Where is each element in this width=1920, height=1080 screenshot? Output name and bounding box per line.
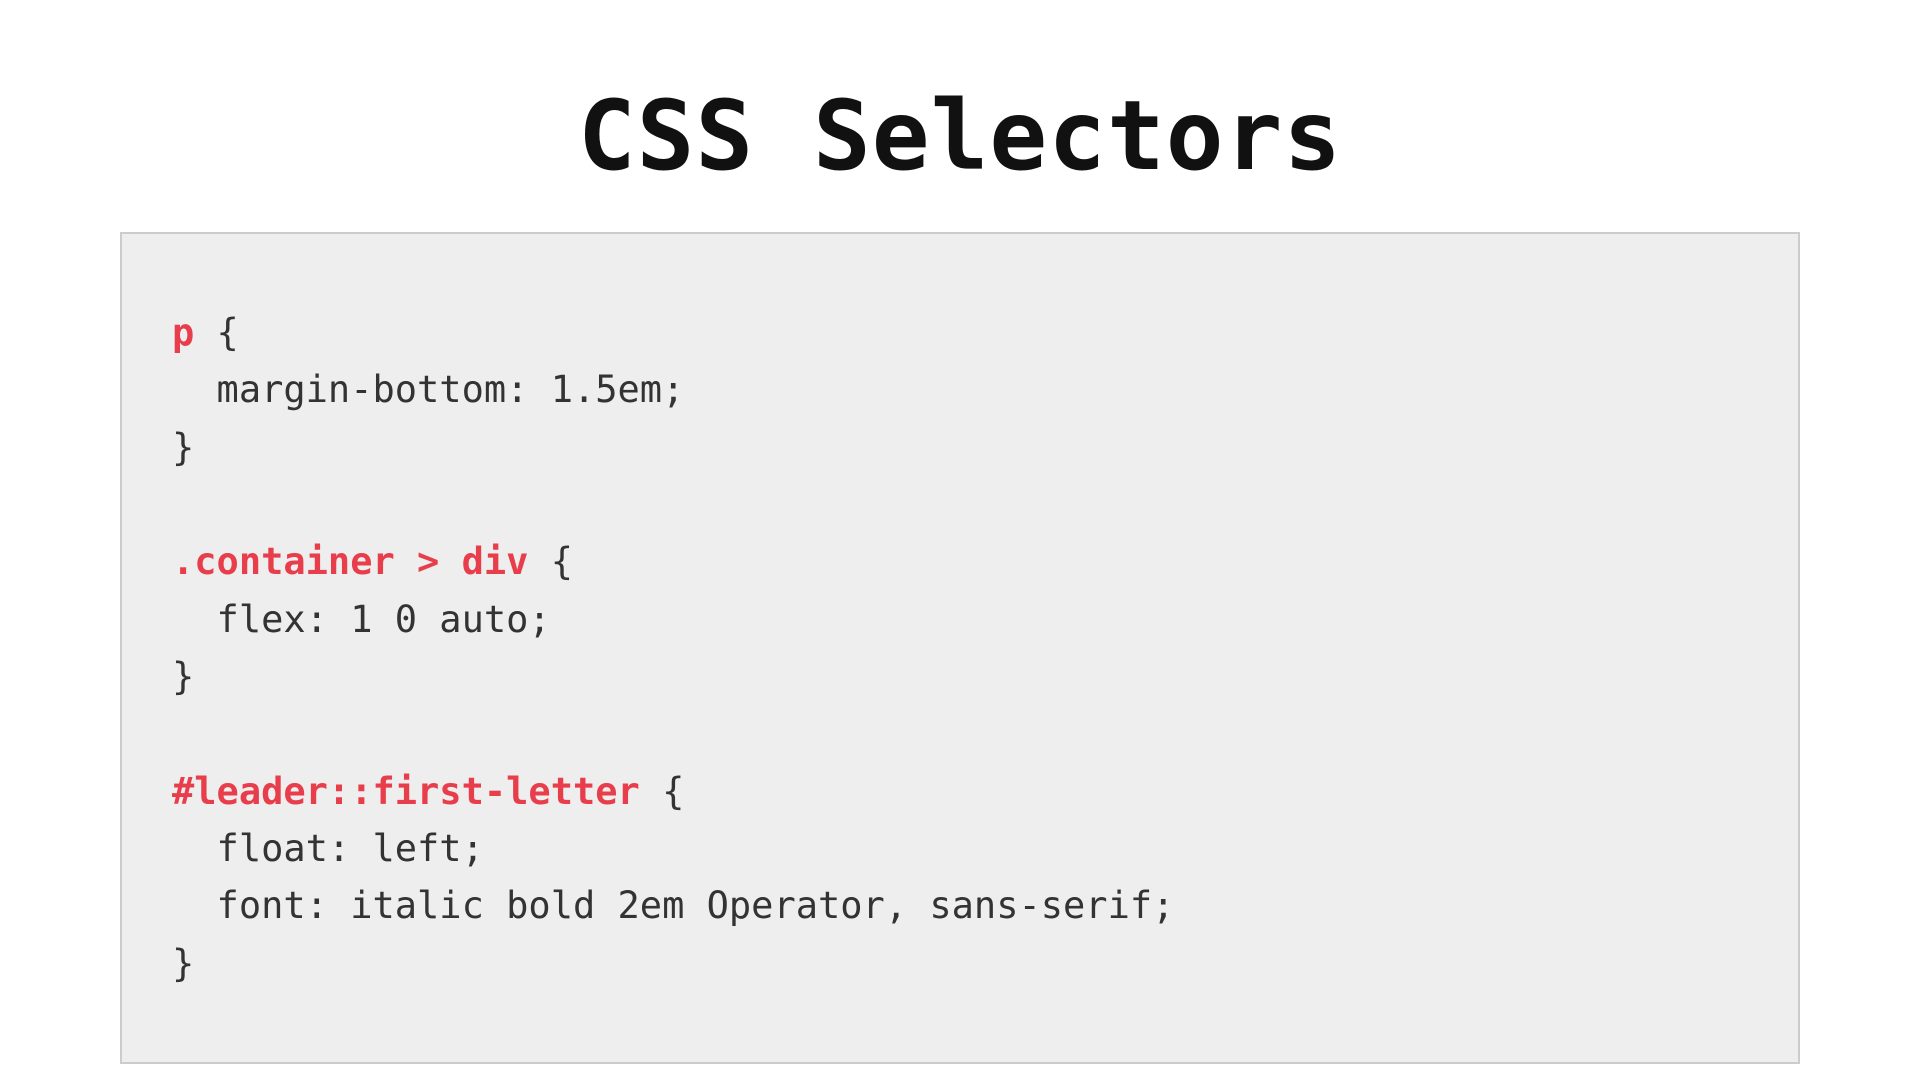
slide: CSS Selectors p { margin-bottom: 1.5em; … xyxy=(0,0,1920,1080)
brace-close: } xyxy=(172,426,194,469)
brace-close: } xyxy=(172,655,194,698)
selector-token: #leader::first-letter xyxy=(172,770,640,813)
declaration-line: float: left; xyxy=(172,827,484,870)
brace-open: { xyxy=(194,311,239,354)
declaration-line: flex: 1 0 auto; xyxy=(172,598,551,641)
slide-title: CSS Selectors xyxy=(578,80,1342,192)
selector-token: p xyxy=(172,311,194,354)
declaration-line: margin-bottom: 1.5em; xyxy=(172,368,684,411)
selector-token: .container > div xyxy=(172,540,528,583)
declaration-line: font: italic bold 2em Operator, sans-ser… xyxy=(172,884,1174,927)
brace-open: { xyxy=(640,770,685,813)
brace-close: } xyxy=(172,942,194,985)
code-block: p { margin-bottom: 1.5em; } .container >… xyxy=(120,232,1800,1064)
brace-open: { xyxy=(528,540,573,583)
